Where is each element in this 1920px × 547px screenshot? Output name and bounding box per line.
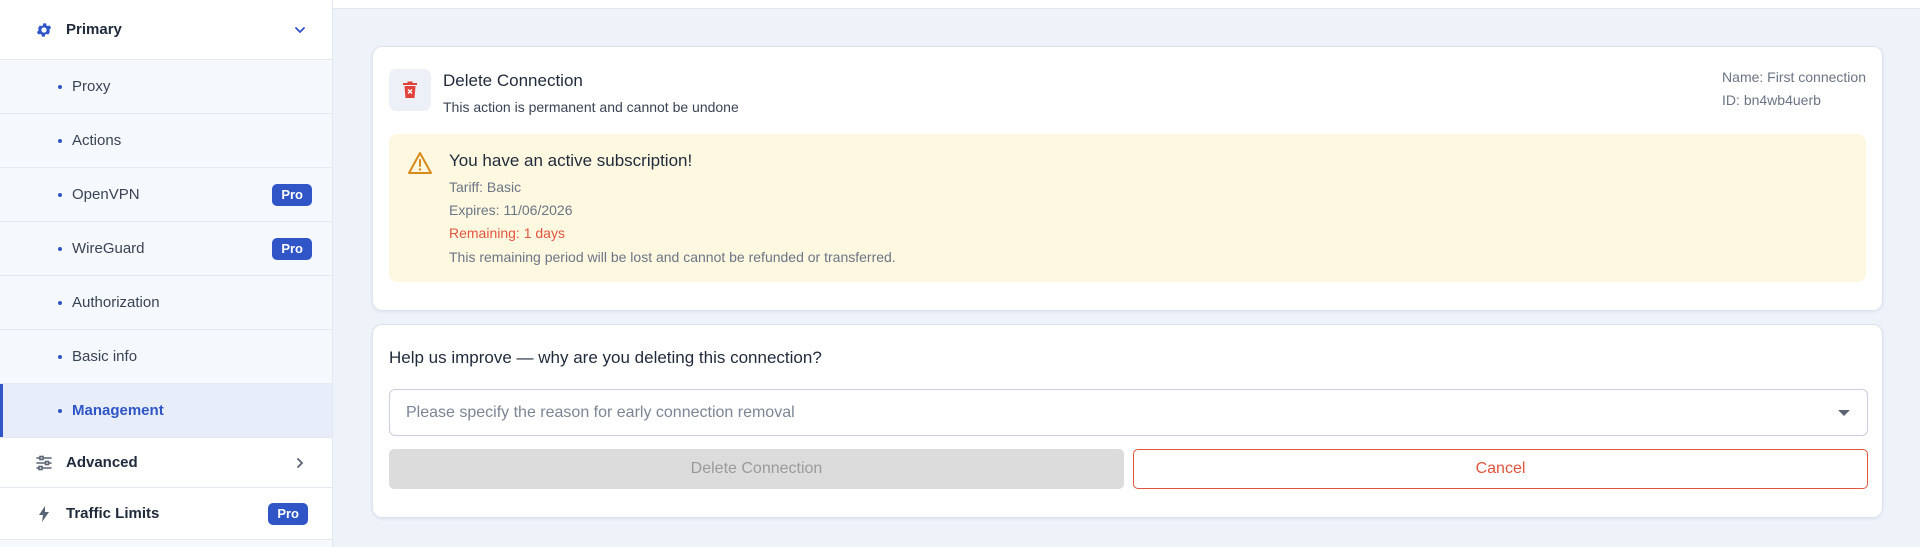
sidebar-item-authorization[interactable]: Authorization	[0, 276, 332, 330]
pro-badge: Pro	[272, 183, 312, 206]
sidebar-item-wireguard[interactable]: WireGuard Pro	[0, 222, 332, 276]
sidebar-item-label: Actions	[72, 132, 122, 149]
gear-icon	[34, 20, 54, 40]
warning-title: You have an active subscription!	[449, 151, 693, 170]
sidebar-group-primary[interactable]: Primary	[0, 0, 332, 60]
delete-connection-button[interactable]: Delete Connection	[389, 449, 1124, 489]
pro-badge: Pro	[268, 502, 308, 525]
reason-placeholder: Please specify the reason for early conn…	[406, 403, 795, 421]
sidebar-item-proxy[interactable]: Proxy	[0, 60, 332, 114]
warning-icon	[407, 151, 433, 175]
delete-connection-card: Delete Connection This action is permane…	[372, 46, 1883, 311]
warning-note: This remaining period will be lost and c…	[449, 249, 896, 265]
sidebar-item-label: OpenVPN	[72, 186, 140, 203]
sidebar-item-label: Authorization	[72, 294, 160, 311]
sidebar-group-label: Primary	[66, 21, 122, 38]
sidebar-item-label: Management	[72, 402, 164, 419]
sidebar-group-label: Advanced	[66, 454, 138, 471]
sidebar-item-basic-info[interactable]: Basic info	[0, 330, 332, 384]
feedback-question: Help us improve — why are you deleting t…	[389, 348, 822, 367]
card-title: Delete Connection	[443, 71, 583, 90]
chevron-down-icon	[292, 22, 308, 38]
card-subtitle: This action is permanent and cannot be u…	[443, 99, 739, 115]
expires-text: Expires: 11/06/2026	[449, 202, 573, 218]
sidebar-item-actions[interactable]: Actions	[0, 114, 332, 168]
sidebar-group-label: Traffic Limits	[66, 505, 160, 522]
bullet-icon	[58, 300, 62, 305]
trash-icon	[389, 69, 431, 111]
sidebar-group-traffic-limits[interactable]: Traffic Limits Pro	[0, 488, 332, 540]
reason-select[interactable]: Please specify the reason for early conn…	[389, 389, 1868, 436]
sidebar-item-openvpn[interactable]: OpenVPN Pro	[0, 168, 332, 222]
bullet-icon	[58, 246, 62, 251]
tariff-text: Tariff: Basic	[449, 179, 522, 195]
connection-name: Name: First connection	[1722, 69, 1866, 85]
cancel-button[interactable]: Cancel	[1133, 449, 1868, 489]
connection-id: ID: bn4wb4uerb	[1722, 92, 1821, 108]
sidebar-item-management[interactable]: Management	[0, 384, 332, 438]
bullet-icon	[58, 84, 62, 89]
chevron-right-icon	[292, 455, 308, 471]
bullet-icon	[58, 354, 62, 359]
sidebar-item-label: Proxy	[72, 78, 111, 95]
sidebar-group-advanced[interactable]: Advanced	[0, 438, 332, 488]
bullet-icon	[58, 408, 62, 413]
connection-meta: Name: First connection ID: bn4wb4uerb	[1722, 66, 1866, 112]
sidebar-item-label: WireGuard	[72, 240, 145, 257]
remaining-text: Remaining: 1 days	[449, 225, 565, 241]
subscription-warning: You have an active subscription! Tariff:…	[389, 134, 1866, 282]
bullet-icon	[58, 192, 62, 197]
sidebar-item-label: Basic info	[72, 348, 138, 365]
card-header: Delete Connection This action is permane…	[389, 69, 739, 115]
top-bar	[333, 0, 1920, 9]
bullet-icon	[58, 138, 62, 143]
bolt-icon	[34, 504, 54, 524]
pro-badge: Pro	[272, 237, 312, 260]
sliders-icon	[34, 453, 54, 473]
sidebar: Primary Proxy Actions OpenVPN Pro WireGu…	[0, 0, 333, 547]
feedback-card: Help us improve — why are you deleting t…	[372, 324, 1883, 518]
dropdown-arrow-icon	[1837, 404, 1851, 422]
